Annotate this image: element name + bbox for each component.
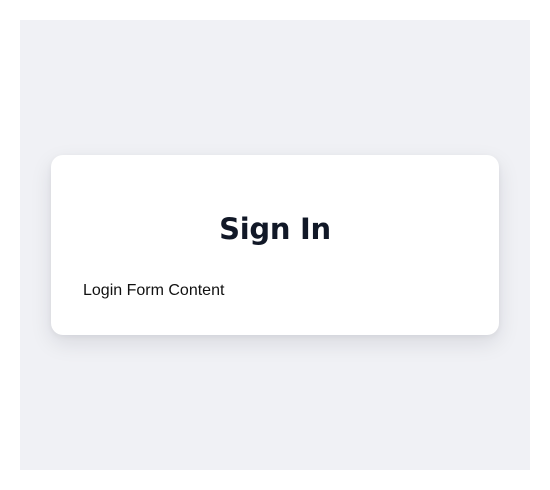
login-card: Sign In Login Form Content	[51, 155, 499, 335]
card-title: Sign In	[219, 212, 331, 246]
page-background: Sign In Login Form Content	[20, 20, 530, 470]
login-form-content: Login Form Content	[83, 282, 225, 299]
